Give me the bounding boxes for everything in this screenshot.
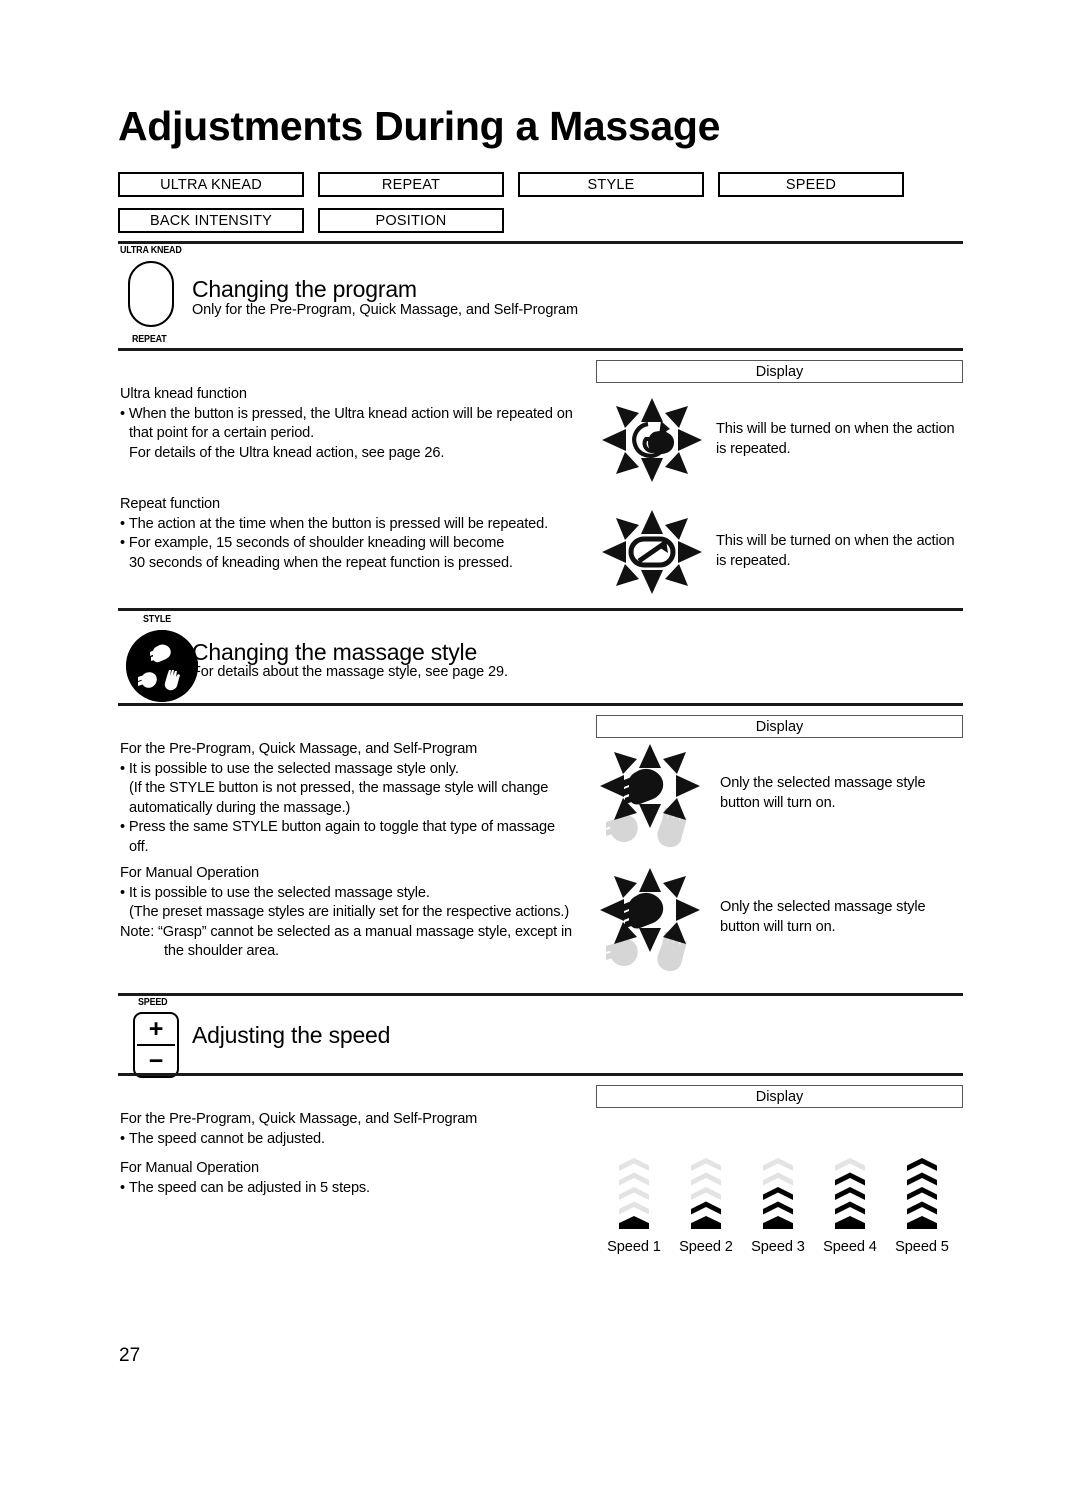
speed-step-label: Speed 3	[751, 1239, 805, 1255]
block-heading: For Manual Operation	[120, 865, 259, 881]
block-heading: For the Pre-Program, Quick Massage, and …	[120, 741, 478, 757]
section-subtitle-program: Only for the Pre-Program, Quick Massage,…	[192, 302, 578, 318]
section-subtitle-style: For details about the massage style, see…	[192, 664, 508, 680]
display-row-repeat: This will be turned on when the action i…	[600, 508, 955, 596]
section-title-program: Changing the program	[192, 276, 417, 302]
cont-line: (The preset massage styles are initially…	[129, 904, 570, 921]
cont-line: that point for a certain period.	[129, 425, 315, 442]
display-row-ultra-knead: This will be turned on when the action i…	[600, 396, 955, 484]
button-label-repeat: REPEAT	[132, 333, 167, 345]
section-divider-style-body	[118, 703, 963, 706]
note-cont-line: the shoulder area.	[164, 943, 279, 960]
bullet-line: • Press the same STYLE button again to t…	[120, 819, 555, 836]
speed-preprogram-block: For the Pre-Program, Quick Massage, and …	[120, 1110, 600, 1149]
style-hands-circle-icon	[126, 630, 198, 702]
tab-back-intensity[interactable]: BACK INTENSITY	[118, 208, 304, 233]
section-title-style: Changing the massage style	[192, 639, 478, 665]
tab-speed[interactable]: SPEED	[718, 172, 904, 197]
massage-style-burst-icon	[598, 740, 708, 850]
minus-icon: −	[148, 1046, 164, 1075]
tab-row-primary: ULTRA KNEAD REPEAT STYLE SPEED	[118, 172, 904, 197]
repeat-loop-burst-icon	[600, 508, 704, 596]
page-title: Adjustments During a Massage	[118, 103, 721, 149]
page-number: 27	[119, 1345, 141, 1366]
ultra-knead-function-block: Ultra knead function • When the button i…	[120, 385, 600, 463]
display-header-program: Display	[596, 360, 963, 383]
speed-plus-minus-icon: + −	[133, 1012, 179, 1078]
bullet-line: • The speed can be adjusted in 5 steps.	[120, 1179, 370, 1196]
block-heading: Repeat function	[120, 496, 220, 512]
speed-chevron-stack	[691, 1157, 721, 1230]
pill-button-icon	[128, 261, 174, 327]
bullet-line: • For example, 15 seconds of shoulder kn…	[120, 535, 505, 552]
speed-step-label: Speed 1	[607, 1239, 661, 1255]
plus-icon: +	[148, 1014, 164, 1043]
style-manual-block: For Manual Operation • It is possible to…	[120, 864, 598, 962]
bullet-line: • It is possible to use the selected mas…	[120, 760, 459, 777]
bullet-line: • The speed cannot be adjusted.	[120, 1130, 325, 1147]
speed-chevron-stack	[763, 1157, 793, 1230]
tab-repeat[interactable]: REPEAT	[318, 172, 504, 197]
tab-style[interactable]: STYLE	[518, 172, 704, 197]
speed-step-label: Speed 2	[679, 1239, 733, 1255]
block-heading: For Manual Operation	[120, 1160, 259, 1176]
speed-indicator-group: Speed 1 Speed 2 Speed 3 Speed 4 Speed 5	[598, 1157, 958, 1255]
button-label-ultra-knead: ULTRA KNEAD	[120, 244, 182, 256]
massage-style-burst-icon	[598, 864, 708, 974]
section-divider-speed-top	[118, 993, 963, 996]
style-preprogram-block: For the Pre-Program, Quick Massage, and …	[120, 740, 595, 858]
speed-step: Speed 1	[598, 1157, 670, 1255]
section-title-speed: Adjusting the speed	[192, 1022, 391, 1048]
display-row-style-manual: Only the selected massage style button w…	[598, 864, 926, 974]
display-caption-style-preprogram: Only the selected massage style button w…	[720, 775, 926, 811]
speed-step: Speed 5	[886, 1157, 958, 1255]
tab-position[interactable]: POSITION	[318, 208, 504, 233]
ultra-knead-burst-icon	[600, 396, 704, 484]
button-label-style: STYLE	[143, 613, 171, 625]
bullet-line: • The action at the time when the button…	[120, 515, 548, 532]
button-label-speed: SPEED	[138, 996, 168, 1008]
cont-line: automatically during the massage.)	[129, 799, 351, 816]
display-row-style-preprogram: Only the selected massage style button w…	[598, 740, 926, 850]
section-divider-style-top	[118, 608, 963, 611]
tab-ultra-knead[interactable]: ULTRA KNEAD	[118, 172, 304, 197]
display-caption-ultra-knead: This will be turned on when the action i…	[716, 421, 955, 457]
display-caption-repeat: This will be turned on when the action i…	[716, 533, 955, 569]
cont-line: For details of the Ultra knead action, s…	[129, 444, 445, 461]
speed-chevron-stack	[907, 1157, 937, 1230]
display-header-style: Display	[596, 715, 963, 738]
bullet-line: • It is possible to use the selected mas…	[120, 884, 430, 901]
display-header-speed: Display	[596, 1085, 963, 1108]
cont-line: off.	[129, 838, 149, 855]
note-line: Note: “Grasp” cannot be selected as a ma…	[120, 923, 573, 940]
speed-chevron-stack	[619, 1157, 649, 1230]
section-divider-top	[118, 241, 963, 244]
manual-page: Adjustments During a Massage ULTRA KNEAD…	[0, 0, 1080, 1487]
display-caption-style-manual: Only the selected massage style button w…	[720, 899, 926, 935]
bullet-line: • When the button is pressed, the Ultra …	[120, 405, 573, 422]
tab-row-secondary: BACK INTENSITY POSITION	[118, 208, 504, 233]
cont-line: (If the STYLE button is not pressed, the…	[129, 780, 549, 797]
section-divider-program-body	[118, 348, 963, 351]
speed-manual-block: For Manual Operation • The speed can be …	[120, 1159, 600, 1198]
speed-step-label: Speed 5	[895, 1239, 949, 1255]
speed-step: Speed 3	[742, 1157, 814, 1255]
speed-chevron-stack	[835, 1157, 865, 1230]
speed-step: Speed 2	[670, 1157, 742, 1255]
speed-step-label: Speed 4	[823, 1239, 877, 1255]
cont-line: 30 seconds of kneading when the repeat f…	[129, 554, 513, 571]
repeat-function-block: Repeat function • The action at the time…	[120, 495, 600, 573]
section-divider-speed-body	[118, 1073, 963, 1076]
block-heading: For the Pre-Program, Quick Massage, and …	[120, 1111, 478, 1127]
block-heading: Ultra knead function	[120, 386, 247, 402]
speed-step: Speed 4	[814, 1157, 886, 1255]
